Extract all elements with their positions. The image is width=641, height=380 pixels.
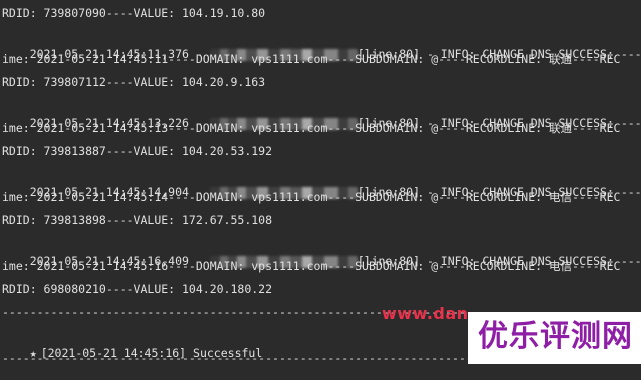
log-line: 2021-05-21 14:45:13,226 - [line:80] - IN… — [2, 96, 641, 130]
log-line: RDID: 739813887----VALUE: 104.20.53.192 — [2, 144, 273, 158]
log-line: ime: 2021-05-21 14:45:11----DOMAIN: vps1… — [2, 52, 621, 66]
log-line: 2021-05-21 14:45:16,409 - [line:80] - IN… — [2, 234, 641, 268]
log-line: ime: 2021-05-21 14:45:16----DOMAIN: vps1… — [2, 259, 621, 273]
log-line: ime: 2021-05-21 14:45:14----DOMAIN: vps1… — [2, 190, 621, 204]
watermark-brand-text: 优乐评测网 — [478, 319, 633, 354]
separator-line: ----------------------------------------… — [2, 351, 515, 365]
watermark-url: www.dan — [382, 304, 469, 323]
success-line: ★ [2021-05-21 14:45:16] Successful — [2, 326, 263, 360]
log-line: 2021-05-21 14:45:11,376 - [line:80] - IN… — [2, 27, 641, 61]
log-line: RDID: 739807090----VALUE: 104.19.10.80 — [2, 6, 266, 20]
log-line: RDID: 739813898----VALUE: 172.67.55.108 — [2, 213, 273, 227]
log-line: ime: 2021-05-21 14:45:13----DOMAIN: vps1… — [2, 121, 621, 135]
log-line: RDID: 739807112----VALUE: 104.20.9.163 — [2, 75, 266, 89]
log-line: 2021-05-21 14:45:14,904 - [line:80] - IN… — [2, 165, 641, 199]
terminal-window: RDID: 739807090----VALUE: 104.19.10.80 2… — [0, 0, 641, 365]
log-line: RDID: 698080210----VALUE: 104.20.180.22 — [2, 282, 273, 296]
